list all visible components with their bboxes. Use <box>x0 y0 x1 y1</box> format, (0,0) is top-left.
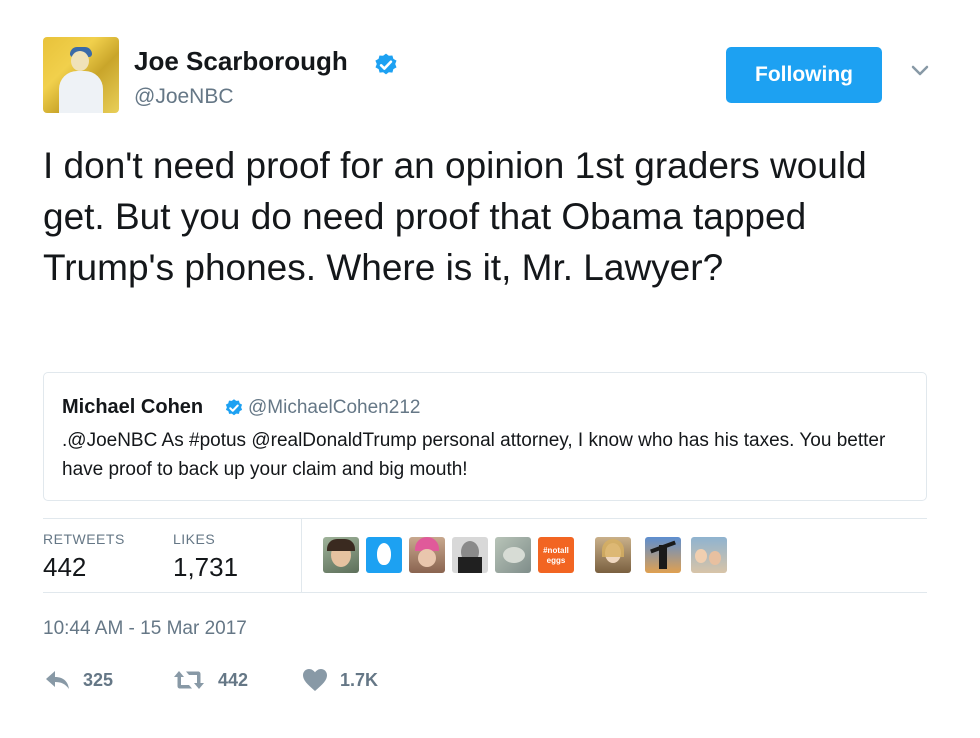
like-button[interactable]: 1.7K <box>302 666 378 694</box>
liker-avatar[interactable] <box>452 537 488 573</box>
retweet-count: 442 <box>218 669 249 690</box>
chevron-down-icon[interactable] <box>910 64 930 78</box>
stats-bottom-divider <box>43 592 927 593</box>
retweet-icon <box>174 671 204 689</box>
retweet-button[interactable]: 442 <box>172 666 248 694</box>
reply-button[interactable]: 325 <box>45 666 113 694</box>
quoted-tweet[interactable]: Michael Cohen @MichaelCohen212 .@JoeNBC … <box>43 372 927 501</box>
quoted-author-name: Michael Cohen <box>62 396 204 418</box>
stats-top-divider <box>43 518 927 519</box>
liker-avatar[interactable] <box>495 537 531 573</box>
liker-avatar[interactable] <box>595 537 631 573</box>
verified-badge-icon <box>375 53 397 75</box>
stats-vertical-divider <box>301 519 302 592</box>
reply-icon <box>46 671 69 689</box>
reply-count: 325 <box>83 669 114 690</box>
tweet-text: I don't need proof for an opinion 1st gr… <box>43 145 867 288</box>
retweets-count[interactable]: 442 <box>43 552 86 583</box>
author-avatar[interactable] <box>43 37 119 113</box>
liker-avatar[interactable] <box>691 537 727 573</box>
heart-icon <box>303 669 327 691</box>
tweet-timestamp[interactable]: 10:44 AM - 15 Mar 2017 <box>43 618 247 640</box>
liker-avatar[interactable] <box>409 537 445 573</box>
likes-count[interactable]: 1,731 <box>173 552 238 583</box>
liker-avatar-egg[interactable] <box>366 537 402 573</box>
verified-badge-icon <box>225 399 243 416</box>
quoted-tweet-text: .@JoeNBC As #potus @realDonaldTrump pers… <box>62 430 886 480</box>
quoted-author-handle: @MichaelCohen212 <box>248 397 421 418</box>
liker-avatar[interactable] <box>323 537 359 573</box>
following-button[interactable]: Following <box>726 47 882 103</box>
like-count: 1.7K <box>340 669 379 690</box>
retweets-label[interactable]: RETWEETS <box>43 531 125 547</box>
liker-avatar[interactable] <box>645 537 681 573</box>
author-handle[interactable]: @JoeNBC <box>134 85 234 109</box>
tweet-card: Joe Scarborough @JoeNBC Following I don'… <box>0 0 980 738</box>
liker-avatar-badge: #notall eggs <box>543 546 569 565</box>
likes-label[interactable]: LIKES <box>173 531 215 547</box>
liker-avatar[interactable]: #notall eggs <box>538 537 574 573</box>
author-name[interactable]: Joe Scarborough <box>134 46 348 77</box>
